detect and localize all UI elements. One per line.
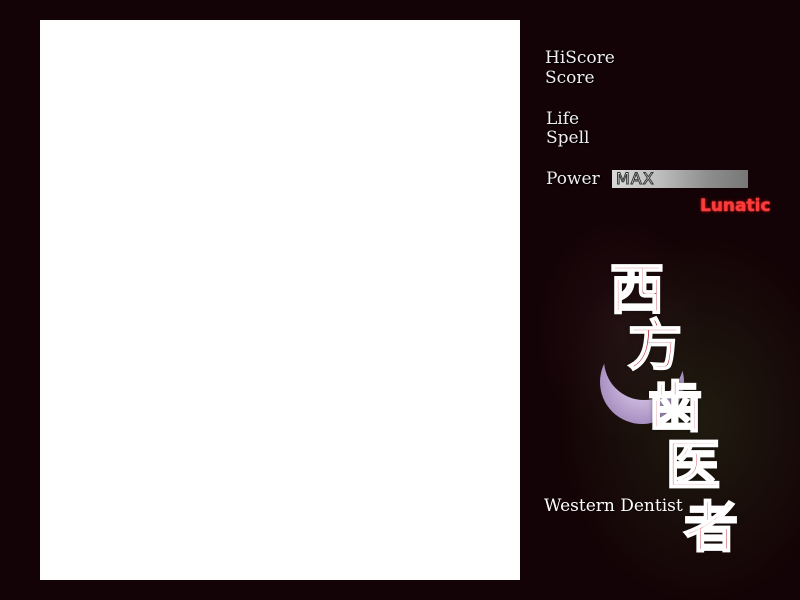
logo-kanji-4: 医 (665, 433, 721, 497)
play-area[interactable] (40, 20, 520, 580)
power-bar: MAX (612, 169, 748, 189)
power-value: MAX (616, 169, 655, 189)
life-label: Life (546, 109, 580, 129)
power-label: Power (546, 169, 600, 189)
score-label: Score (545, 68, 595, 88)
spell-label: Spell (546, 128, 590, 148)
logo-kanji-3: 歯 (647, 375, 703, 439)
logo-kanji-1: 西 (609, 257, 665, 321)
logo-subtitle: Western Dentist (544, 496, 683, 516)
logo-kanji-5: 者 (683, 495, 739, 559)
difficulty-label: Lunatic (700, 196, 771, 216)
logo-kanji-2: 方 (627, 313, 683, 377)
hiscore-label: HiScore (545, 48, 615, 68)
